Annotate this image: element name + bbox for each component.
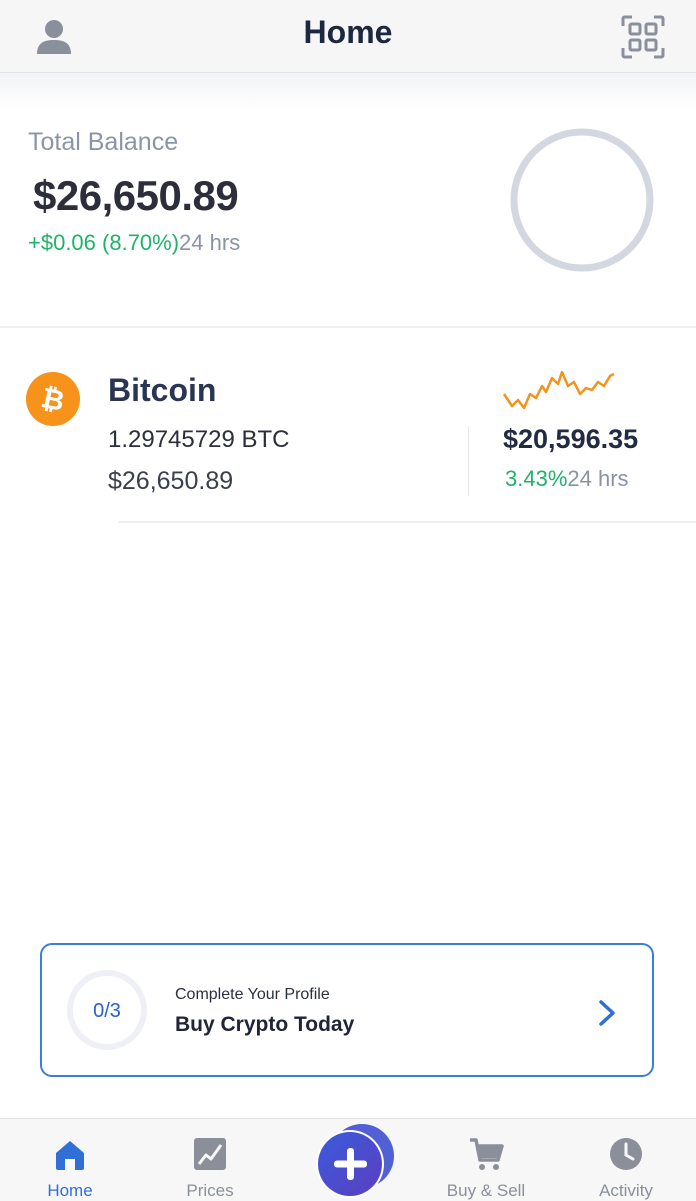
profile-card-subtitle: Complete Your Profile (175, 986, 330, 1003)
cart-icon (470, 1138, 504, 1170)
profile-card-title: Buy Crypto Today (175, 1013, 355, 1036)
nav-item-activity[interactable]: Activity (586, 1119, 666, 1201)
app-header: Home (0, 0, 696, 73)
asset-price: $20,596.35 (503, 424, 639, 454)
vertical-divider (468, 426, 469, 496)
price-sparkline (502, 370, 615, 410)
asset-value: $26,650.89 (108, 467, 234, 495)
chevron-right-icon[interactable] (594, 998, 620, 1028)
page-title: Home (303, 14, 393, 50)
chart-icon (194, 1138, 226, 1170)
nav-label-home: Home (47, 1181, 93, 1200)
nav-item-prices[interactable]: Prices (170, 1119, 250, 1201)
asset-change: 3.43%24 hrs (505, 466, 629, 492)
nav-item-buy-sell[interactable]: Buy & Sell (436, 1119, 536, 1201)
bitcoin-icon: ₿ (26, 372, 80, 426)
qr-code-icon[interactable] (620, 14, 666, 60)
profile-progress-text: 0/3 (93, 1000, 121, 1022)
total-balance-amount: $26,650.89 (33, 172, 239, 219)
balance-change: +$0.06 (8.70%)24 hrs (28, 230, 240, 256)
nav-label-activity: Activity (599, 1181, 653, 1200)
nav-label-buy-sell: Buy & Sell (446, 1181, 526, 1200)
balance-change-period: 24 hrs (179, 230, 241, 255)
clock-icon (610, 1138, 642, 1170)
plus-icon[interactable] (310, 1122, 400, 1200)
row-divider (118, 521, 696, 523)
asset-change-period: 24 hrs (567, 466, 629, 491)
nav-item-home[interactable]: Home (30, 1119, 110, 1201)
balance-change-value: +$0.06 (8.70%) (28, 230, 180, 255)
asset-amount: 1.29745729 BTC (108, 426, 290, 453)
asset-name: Bitcoin (108, 372, 217, 408)
total-balance-label: Total Balance (28, 128, 179, 156)
portfolio-ring-chart (510, 128, 654, 272)
asset-change-value: 3.43% (505, 466, 568, 491)
home-icon (56, 1141, 84, 1170)
nav-label-prices: Prices (186, 1181, 234, 1200)
section-divider (0, 326, 696, 328)
